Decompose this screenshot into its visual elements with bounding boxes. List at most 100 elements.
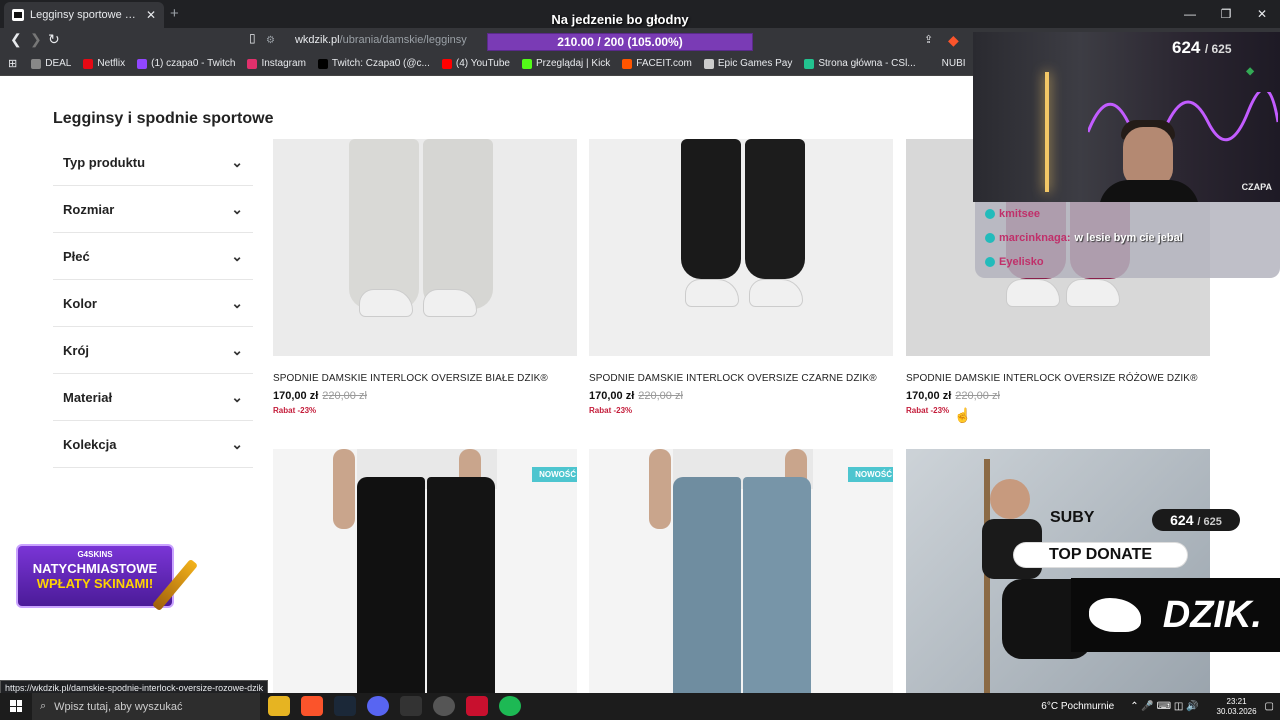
product-card[interactable]: NOWOŚĆ [589, 449, 893, 693]
filter-label: Krój [63, 342, 89, 358]
bookmark-item[interactable]: DEAL [31, 58, 71, 69]
file-explorer-icon[interactable] [268, 696, 290, 716]
close-window-button[interactable]: ✕ [1244, 0, 1280, 28]
bookmark-item[interactable]: Netflix [83, 58, 125, 69]
taskbar-search[interactable]: ⌕ Wpisz tutaj, aby wyszukać [32, 693, 260, 720]
product-image[interactable] [589, 139, 893, 356]
page-title: Legginsy i spodnie sportowe [53, 110, 274, 127]
filter-accordion[interactable]: Krój ⌄ [53, 327, 253, 374]
cam-label: CZAPA [1241, 182, 1272, 192]
product-card[interactable]: SPODNIE DAMSKIE INTERLOCK OVERSIZE BIAŁE… [273, 139, 577, 415]
url-text: wkdzik.pl/ubrania/damskie/legginsy [294, 34, 467, 46]
bookmark-item[interactable]: (1) czapa0 - Twitch [137, 58, 235, 69]
chevron-down-icon: ⌄ [231, 153, 243, 170]
new-tab-button[interactable]: + [170, 5, 179, 22]
filter-label: Kolekcja [63, 436, 117, 452]
new-badge: NOWOŚĆ [848, 467, 893, 482]
bookmark-favicon-icon [247, 58, 258, 69]
filter-accordion[interactable]: Płeć ⌄ [53, 233, 253, 280]
bookmark-item[interactable]: Twitch: Czapa0 (@c... [317, 58, 430, 69]
tab-close-icon[interactable]: ✕ [146, 8, 156, 22]
obs-icon[interactable] [433, 696, 455, 716]
filter-accordion[interactable]: Kolor ⌄ [53, 280, 253, 327]
bookmark-item[interactable]: Strona główna - CSl... [804, 58, 916, 69]
weather-widget[interactable]: 6°C Pochmurnie [1041, 701, 1114, 712]
bookmark-favicon-icon [31, 58, 42, 69]
sponsor-banner: DZIK. [1071, 578, 1280, 652]
bookmark-favicon-icon [804, 58, 815, 69]
chevron-down-icon: ⌄ [231, 200, 243, 217]
filter-accordion[interactable]: Typ produktu ⌄ [53, 139, 253, 186]
forward-icon[interactable]: ❯ [30, 31, 42, 48]
product-name[interactable]: SPODNIE DAMSKIE INTERLOCK OVERSIZE CZARN… [589, 373, 893, 384]
taskbar-apps [268, 696, 532, 716]
discord-icon[interactable] [367, 696, 389, 716]
discount-label: Rabat -23% [589, 406, 633, 415]
epic-games-icon[interactable] [400, 696, 422, 716]
top-donate-label: TOP DONATE [1014, 543, 1187, 567]
reload-icon[interactable]: ↻ [48, 31, 60, 48]
restore-button[interactable]: ❐ [1208, 0, 1244, 28]
subs-count: 624 / 625 [1152, 509, 1240, 531]
site-info-icon[interactable]: ⚙ [266, 35, 275, 46]
share-icon[interactable]: ⇪ [924, 33, 933, 46]
chat-message: marcinknaga: w lesie bym cie jebal [975, 226, 1280, 250]
start-button[interactable] [10, 700, 22, 712]
chevron-down-icon: ⌄ [231, 341, 243, 358]
product-card[interactable] [906, 449, 1210, 693]
bookmark-favicon-icon [522, 58, 532, 69]
donation-goal-title: Na jedzenie bo głodny [551, 12, 689, 27]
webcam-overlay: ◆ CZAPA [973, 32, 1280, 202]
chat-badge-icon [985, 233, 995, 243]
chat-message: kmitsee [975, 202, 1280, 226]
bookmark-icon[interactable]: ▯ [249, 31, 256, 45]
product-image[interactable] [906, 449, 1210, 693]
notifications-icon[interactable]: ▢ [1265, 701, 1274, 712]
back-icon[interactable]: ❮ [10, 31, 22, 48]
product-price: 170,00 zł 220,00 zł [589, 390, 683, 402]
apps-grid-icon[interactable]: ⊞ [8, 57, 17, 70]
bookmark-item[interactable]: NUBI [927, 58, 966, 69]
new-badge: NOWOŚĆ [532, 467, 577, 482]
minimize-button[interactable]: — [1172, 0, 1208, 28]
window-controls: — ❐ ✕ [1172, 0, 1280, 28]
product-image[interactable]: NOWOŚĆ [589, 449, 893, 693]
product-price: 170,00 zł 220,00 zł [273, 390, 367, 402]
bookmark-item[interactable]: FACEIT.com [622, 58, 692, 69]
filter-label: Typ produktu [63, 154, 146, 170]
filter-accordion[interactable]: Materiał ⌄ [53, 374, 253, 421]
spotify-icon[interactable] [499, 696, 521, 716]
filter-sidebar: Typ produktu ⌄ Rozmiar ⌄ Płeć ⌄ Kolor ⌄ Krój ⌄ Mat… [53, 139, 253, 468]
clock[interactable]: 23:21 30.03.2026 [1217, 697, 1257, 717]
old-price: 220,00 zł [322, 390, 367, 402]
chat-overlay: kmitsee marcinknaga: w lesie bym cie jeba… [975, 202, 1280, 278]
mouse-cursor-icon: ☝ [954, 407, 972, 423]
product-price: 170,00 zł 220,00 zł [906, 390, 1000, 402]
old-price: 220,00 zł [638, 390, 683, 402]
game-launcher-icon[interactable] [466, 696, 488, 716]
bookmark-item[interactable]: Instagram [247, 58, 306, 69]
bookmark-favicon-icon [441, 58, 452, 69]
discount-label: Rabat -23% [906, 406, 950, 415]
filter-accordion[interactable]: Kolekcja ⌄ [53, 421, 253, 468]
product-name[interactable]: SPODNIE DAMSKIE INTERLOCK OVERSIZE BIAŁE… [273, 373, 577, 384]
bookmark-item[interactable]: Epic Games Pay [703, 58, 792, 69]
tray-icons[interactable]: ⌃ 🎤 ⌨ ◫ 🔊 [1130, 701, 1198, 712]
brave-browser-icon[interactable] [301, 696, 323, 716]
boar-logo-icon [1089, 598, 1141, 632]
chat-message: Eyelisko [975, 250, 1280, 274]
product-card[interactable]: SPODNIE DAMSKIE INTERLOCK OVERSIZE CZARN… [589, 139, 893, 415]
bookmark-favicon-icon [703, 58, 714, 69]
brave-shield-icon[interactable]: ◆ [948, 32, 959, 49]
product-image[interactable]: NOWOŚĆ [273, 449, 577, 693]
bookmark-favicon-icon [317, 58, 328, 69]
bookmark-item[interactable]: Przeglądaj | Kick [522, 58, 610, 69]
filter-accordion[interactable]: Rozmiar ⌄ [53, 186, 253, 233]
bookmark-item[interactable]: (4) YouTube [441, 58, 510, 69]
product-card[interactable]: NOWOŚĆ [273, 449, 577, 693]
browser-tab-active[interactable]: Legginsy sportowe damskie, leg ✕ [4, 2, 164, 28]
dzik-logo-icon: ◆ [1246, 66, 1254, 77]
product-name[interactable]: SPODNIE DAMSKIE INTERLOCK OVERSIZE RÓŻOW… [906, 373, 1210, 384]
steam-icon[interactable] [334, 696, 356, 716]
product-image[interactable] [273, 139, 577, 356]
